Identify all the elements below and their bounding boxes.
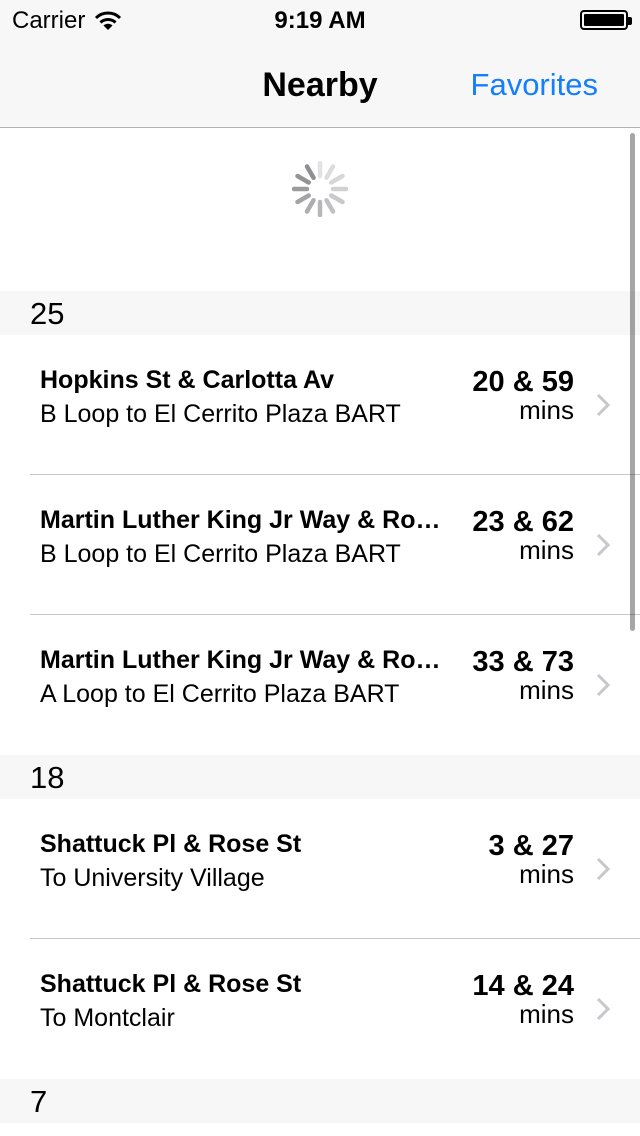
arrival-times: 33 & 73 — [472, 646, 574, 678]
arrival-times: 20 & 59 — [472, 366, 574, 398]
status-time: 9:19 AM — [274, 7, 366, 34]
time-unit: mins — [519, 675, 574, 705]
chevron-right-icon — [596, 533, 610, 557]
time-unit: mins — [519, 859, 574, 889]
arrival-times: 3 & 27 — [488, 830, 574, 862]
section-header-route: 18 — [0, 755, 640, 799]
chevron-right-icon — [596, 673, 610, 697]
status-bar: Carrier 9:19 AM — [0, 0, 640, 40]
chevron-right-icon — [596, 393, 610, 417]
stop-name: Shattuck Pl & Rose St — [40, 830, 302, 858]
direction: To University Village — [40, 864, 265, 892]
list-item[interactable]: Martin Luther King Jr Way & Ro… A Loop t… — [0, 615, 640, 755]
section-header-route: 25 — [0, 291, 640, 335]
favorites-button[interactable]: Favorites — [471, 67, 598, 103]
top-bar: Carrier 9:19 AM Nearby Favorites — [0, 0, 640, 128]
screen: Carrier 9:19 AM Nearby Favorites 25 Hopk… — [0, 0, 640, 1136]
list-item[interactable]: Shattuck Pl & Rose St To Montclair 14 & … — [0, 939, 640, 1079]
time-unit: mins — [519, 535, 574, 565]
arrival-times: 23 & 62 — [472, 506, 574, 538]
list-item[interactable]: Shattuck Pl & Rose St To University Vill… — [0, 799, 640, 939]
activity-spinner-icon — [292, 161, 348, 217]
pull-to-refresh — [0, 129, 640, 291]
battery-icon — [580, 10, 632, 30]
list-item[interactable]: Hopkins St & Carlotta Av B Loop to El Ce… — [0, 335, 640, 475]
chevron-right-icon — [596, 997, 610, 1021]
section-header-route: 7 — [0, 1079, 640, 1123]
time-unit: mins — [519, 395, 574, 425]
scrollbar[interactable] — [630, 133, 635, 631]
direction: B Loop to El Cerrito Plaza BART — [40, 540, 401, 568]
direction: To Montclair — [40, 1004, 175, 1032]
nearby-list[interactable]: 25 Hopkins St & Carlotta Av B Loop to El… — [0, 129, 640, 1136]
direction: A Loop to El Cerrito Plaza BART — [40, 680, 400, 708]
arrival-times: 14 & 24 — [472, 970, 574, 1002]
stop-name: Shattuck Pl & Rose St — [40, 970, 302, 998]
chevron-right-icon — [596, 857, 610, 881]
stop-name: Martin Luther King Jr Way & Ro… — [40, 506, 441, 534]
stop-name: Martin Luther King Jr Way & Ro… — [40, 646, 441, 674]
stop-name: Hopkins St & Carlotta Av — [40, 366, 335, 394]
navigation-bar: Nearby Favorites — [0, 40, 640, 128]
list-item[interactable]: Martin Luther King Jr Way & Ro… B Loop t… — [0, 475, 640, 615]
time-unit: mins — [519, 999, 574, 1029]
direction: B Loop to El Cerrito Plaza BART — [40, 400, 401, 428]
